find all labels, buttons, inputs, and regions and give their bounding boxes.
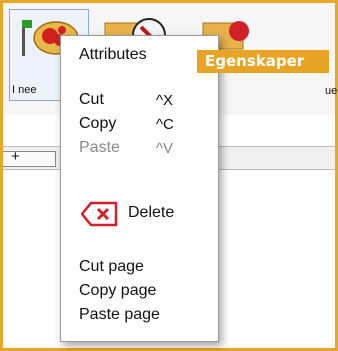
menu-item-copy[interactable]: Copy bbox=[79, 115, 116, 133]
delete-icon bbox=[80, 201, 119, 232]
thumbnail-label: I nee bbox=[12, 84, 37, 96]
copy-shortcut: ^C bbox=[156, 116, 174, 133]
menu-item-paste: Paste bbox=[79, 139, 120, 156]
add-page-icon[interactable]: + bbox=[11, 148, 20, 165]
thumbnail-label: ue bbox=[325, 85, 338, 97]
cut-shortcut: ^X bbox=[156, 92, 174, 109]
tooltip-label: Egenskaper bbox=[197, 50, 329, 73]
menu-item-copy-page[interactable]: Copy page bbox=[79, 282, 156, 300]
context-menu: Attributes Cut ^X Copy ^C Paste ^V Delet… bbox=[60, 35, 219, 342]
menu-item-cut[interactable]: Cut bbox=[79, 91, 104, 109]
menu-item-delete[interactable]: Delete bbox=[128, 204, 174, 222]
menu-item-paste-page[interactable]: Paste page bbox=[79, 306, 160, 324]
menu-item-cut-page[interactable]: Cut page bbox=[79, 258, 144, 276]
paste-shortcut: ^V bbox=[156, 140, 174, 157]
menu-item-attributes[interactable]: Attributes bbox=[79, 46, 147, 64]
